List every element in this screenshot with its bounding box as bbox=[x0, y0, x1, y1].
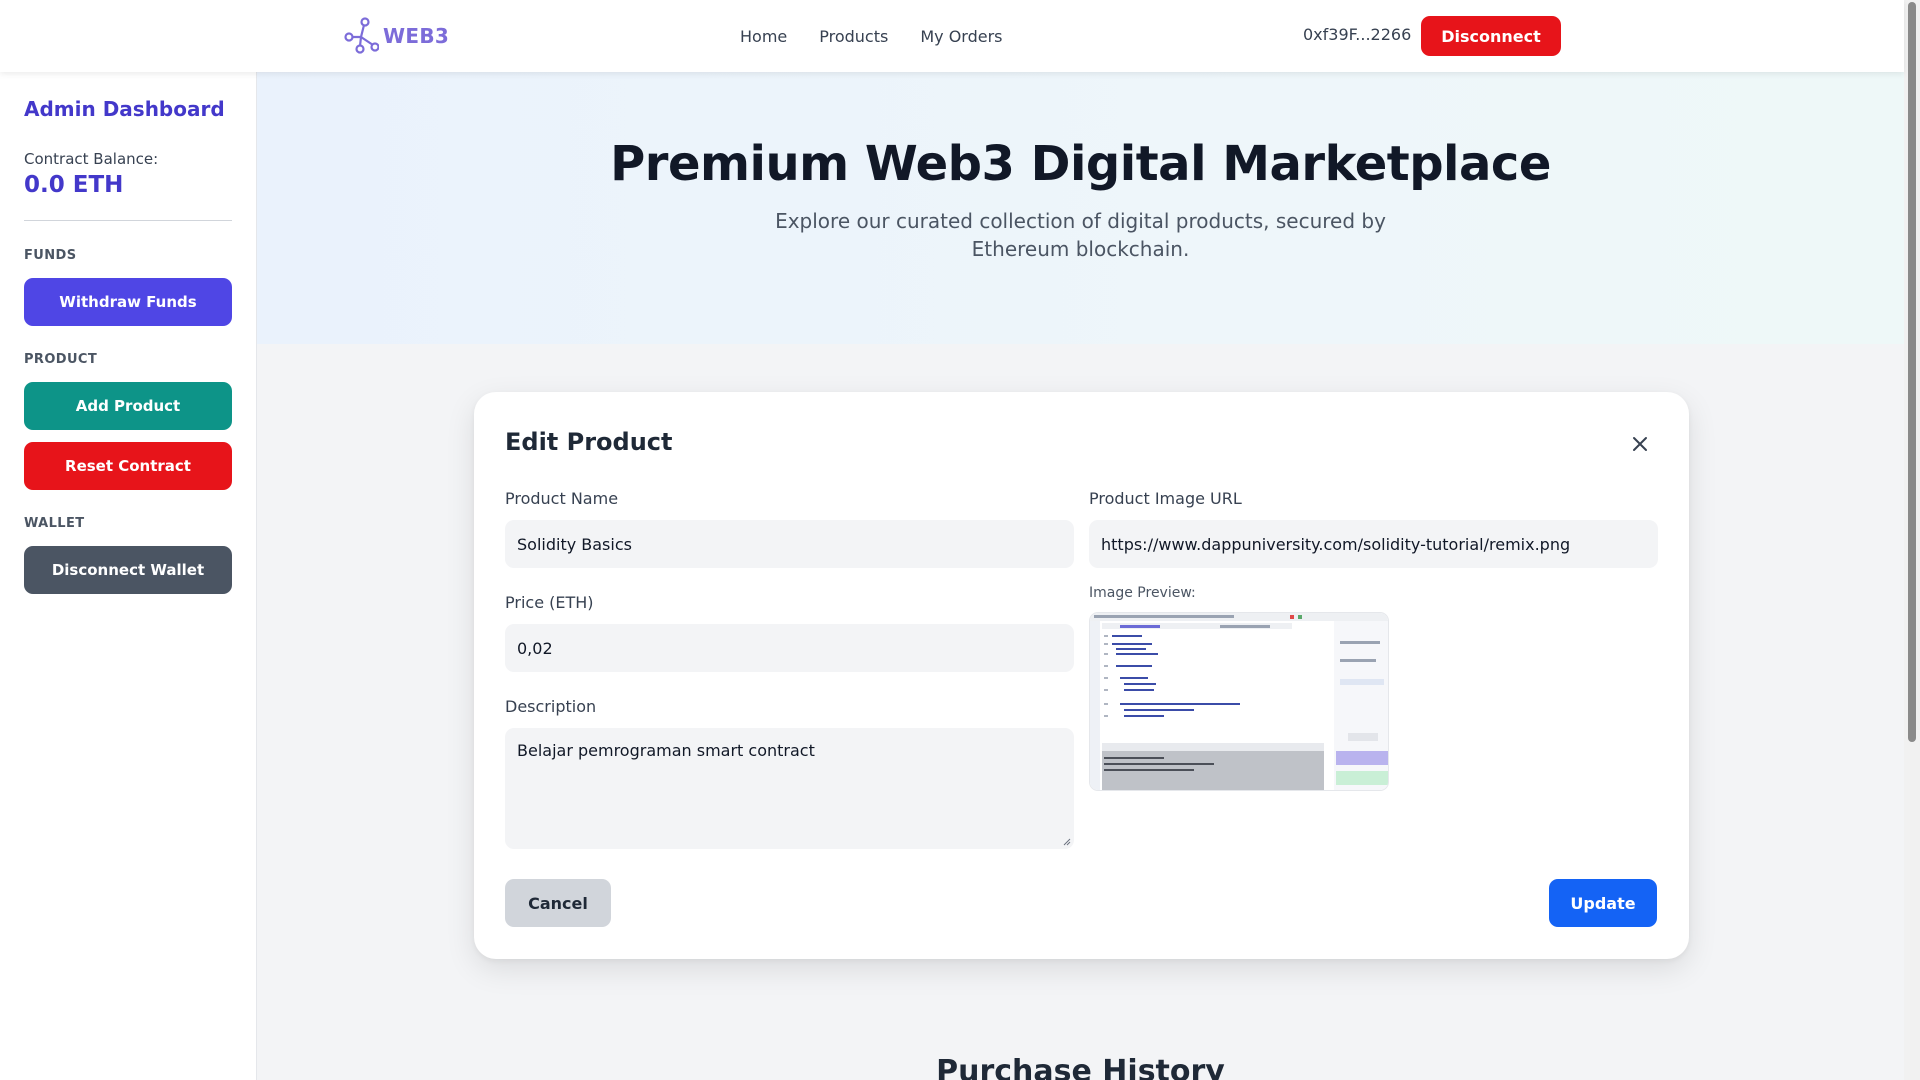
admin-sidebar: Admin Dashboard Contract Balance: 0.0 ET… bbox=[0, 72, 257, 1080]
update-button[interactable]: Update bbox=[1549, 879, 1657, 927]
disconnect-button[interactable]: Disconnect bbox=[1421, 16, 1561, 56]
image-url-label: Product Image URL bbox=[1089, 489, 1242, 508]
resize-handle-icon[interactable] bbox=[1063, 838, 1071, 846]
close-icon[interactable] bbox=[1629, 433, 1651, 455]
scrollbar-thumb[interactable] bbox=[1908, 2, 1916, 742]
image-preview bbox=[1089, 612, 1389, 791]
contract-balance-value: 0.0 ETH bbox=[24, 172, 124, 198]
sidebar-title: Admin Dashboard bbox=[24, 97, 225, 121]
withdraw-funds-button[interactable]: Withdraw Funds bbox=[24, 278, 232, 326]
price-label: Price (ETH) bbox=[505, 593, 594, 612]
product-name-input[interactable]: Solidity Basics bbox=[505, 520, 1074, 568]
hero-title: Premium Web3 Digital Marketplace bbox=[610, 136, 1551, 192]
section-funds: FUNDS bbox=[24, 248, 77, 263]
logo[interactable]: WEB3 bbox=[343, 17, 449, 55]
cancel-button[interactable]: Cancel bbox=[505, 879, 611, 927]
price-input[interactable]: 0,02 bbox=[505, 624, 1074, 672]
edit-product-card: Edit Product Product Name Solidity Basic… bbox=[474, 392, 1689, 959]
image-preview-label: Image Preview: bbox=[1089, 585, 1196, 601]
reset-contract-button[interactable]: Reset Contract bbox=[24, 442, 232, 490]
add-product-button[interactable]: Add Product bbox=[24, 382, 232, 430]
nav-link-my-orders[interactable]: My Orders bbox=[920, 27, 1002, 46]
disconnect-wallet-button[interactable]: Disconnect Wallet bbox=[24, 546, 232, 594]
wallet-address: 0xf39F...2266 bbox=[1303, 25, 1412, 44]
nav-link-products[interactable]: Products bbox=[819, 27, 888, 46]
section-product: PRODUCT bbox=[24, 352, 98, 367]
purchase-history-title: Purchase History bbox=[936, 1054, 1225, 1080]
page-scrollbar[interactable] bbox=[1904, 0, 1920, 1080]
hero-subtitle: Explore our curated collection of digita… bbox=[775, 209, 1386, 261]
nav-link-home[interactable]: Home bbox=[740, 27, 787, 46]
description-textarea[interactable]: Belajar pemrograman smart contract bbox=[505, 728, 1074, 849]
hero-section: Premium Web3 Digital Marketplace Explore… bbox=[257, 72, 1904, 344]
contract-balance-label: Contract Balance: bbox=[24, 150, 159, 168]
network-nodes-icon bbox=[344, 17, 379, 54]
edit-product-title: Edit Product bbox=[505, 428, 673, 456]
description-text: Belajar pemrograman smart contract bbox=[517, 741, 815, 760]
description-label: Description bbox=[505, 697, 597, 716]
logo-text: WEB3 bbox=[383, 24, 450, 48]
nav-links: Home Products My Orders bbox=[740, 0, 1003, 72]
image-url-input[interactable]: https://www.dappuniversity.com/solidity-… bbox=[1089, 520, 1658, 568]
section-wallet: WALLET bbox=[24, 516, 85, 531]
remix-ide-screenshot-image bbox=[1090, 613, 1388, 790]
sidebar-divider bbox=[24, 220, 232, 221]
product-name-label: Product Name bbox=[505, 489, 619, 508]
top-navbar: WEB3 Home Products My Orders 0xf39F...22… bbox=[0, 0, 1904, 72]
